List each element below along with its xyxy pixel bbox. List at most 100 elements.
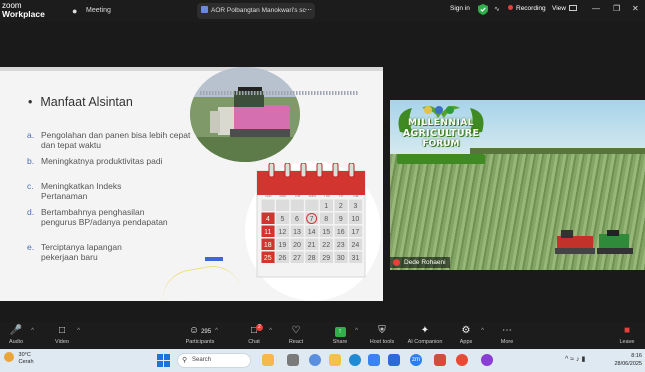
chevron-up-icon[interactable]: ^ bbox=[269, 328, 272, 334]
store-icon[interactable] bbox=[368, 354, 380, 366]
powerpoint-icon[interactable] bbox=[434, 354, 446, 366]
chevron-up-icon[interactable]: ^ bbox=[565, 356, 568, 363]
calendar-date: 11 bbox=[264, 229, 271, 236]
calendar-date: 30 bbox=[337, 255, 345, 262]
banner-line1: MILLENNIAL bbox=[407, 118, 475, 128]
close-icon[interactable]: ✕ bbox=[632, 4, 639, 13]
more-button[interactable]: ⋯ More bbox=[487, 325, 527, 345]
calendar-date: 15 bbox=[322, 229, 330, 236]
view-layout-icon bbox=[568, 5, 577, 11]
taskbar-search-input[interactable]: ⚲ Search bbox=[177, 353, 251, 368]
decorative-curve bbox=[158, 261, 242, 301]
leave-button[interactable]: ■ Leave bbox=[610, 325, 644, 345]
edge-icon[interactable] bbox=[349, 354, 361, 366]
list-item-text: Terciptanya lapangan pekerjaan baru bbox=[41, 242, 122, 262]
brand-line2: Workplace bbox=[2, 9, 45, 19]
chevron-up-icon[interactable]: ^ bbox=[215, 328, 218, 334]
zoom-app-icon[interactable]: zm bbox=[410, 354, 422, 366]
harvester-image bbox=[190, 67, 300, 162]
audio-button[interactable]: 🎤 Audio ^ bbox=[0, 325, 36, 345]
list-item-letter: e. bbox=[27, 242, 35, 252]
minimize-icon[interactable]: — bbox=[592, 4, 600, 13]
list-item-letter: b. bbox=[27, 156, 35, 166]
meeting-tab[interactable]: ● Meeting bbox=[72, 4, 111, 18]
share-screen-tab[interactable]: AOR Polbangtan Manokwari's sc ⋯ bbox=[197, 3, 315, 19]
weather-widget[interactable]: 30°C Cerah bbox=[4, 352, 34, 366]
calendar-date: 7 bbox=[310, 216, 314, 223]
slide-top-bar bbox=[0, 67, 383, 71]
meeting-stage: • Manfaat Alsintan a. Pengolahan dan panen… bbox=[0, 22, 645, 322]
participants-count: 295 bbox=[201, 329, 212, 335]
volume-icon[interactable]: ♪ bbox=[576, 356, 580, 363]
calendar-date: 17 bbox=[352, 229, 360, 236]
shield-icon[interactable] bbox=[478, 4, 488, 15]
sign-in-button[interactable]: Sign in bbox=[450, 5, 470, 12]
camera-icon: □ bbox=[58, 325, 66, 336]
task-view-icon[interactable] bbox=[287, 354, 299, 366]
calendar-day-header: Sun bbox=[265, 194, 271, 198]
chevron-up-icon[interactable]: ^ bbox=[481, 328, 484, 334]
react-button[interactable]: ♡ React bbox=[276, 325, 316, 345]
banner-line3: FORUM bbox=[422, 139, 460, 149]
participant-video[interactable]: MILLENNIAL AGRICULTURE FORUM Dede Rohaen… bbox=[390, 100, 645, 270]
paw-icon: ● bbox=[72, 6, 78, 16]
chevron-up-icon[interactable]: ^ bbox=[77, 328, 80, 334]
muted-mic-icon bbox=[393, 259, 400, 266]
calendar-day-header: Tue bbox=[295, 194, 301, 198]
audio-label: Audio bbox=[8, 339, 24, 345]
widgets-icon[interactable] bbox=[262, 354, 274, 366]
chevron-up-icon[interactable]: ^ bbox=[355, 328, 358, 334]
slide-marker bbox=[205, 257, 223, 261]
system-tray[interactable]: ^ ≈ ♪ ▮ bbox=[565, 355, 585, 363]
list-item-letter: d. bbox=[27, 207, 35, 217]
search-icon: ⚲ bbox=[182, 357, 188, 364]
apps-button[interactable]: ⚙ Apps ^ bbox=[446, 325, 486, 345]
ai-companion-button[interactable]: ✦ AI Companion bbox=[402, 325, 448, 345]
copilot-icon[interactable] bbox=[309, 354, 321, 366]
host-tools-label: Host tools bbox=[369, 339, 395, 345]
share-button[interactable]: ↑ Share ^ bbox=[320, 325, 360, 345]
sun-icon bbox=[4, 352, 14, 362]
calendar-date: 9 bbox=[339, 216, 343, 223]
list-item-text: Meningkatkan Indeks Pertanaman bbox=[41, 181, 122, 201]
heart-icon: ♡ bbox=[291, 325, 301, 336]
battery-icon[interactable]: ▮ bbox=[582, 356, 586, 363]
video-button[interactable]: □ Video ^ bbox=[42, 325, 82, 345]
document-icon bbox=[201, 6, 208, 13]
participants-label: Participants bbox=[185, 339, 215, 345]
share-screen-icon: ↑ bbox=[320, 325, 360, 337]
calendar-day-header: Wed bbox=[309, 194, 316, 198]
wifi-icon[interactable]: ≈ bbox=[570, 356, 574, 363]
chevron-up-icon[interactable]: ^ bbox=[31, 328, 34, 334]
app-icon[interactable] bbox=[481, 354, 493, 366]
taskbar-clock[interactable]: 8:16 28/06/2025 bbox=[612, 352, 642, 368]
view-button[interactable]: View bbox=[552, 5, 577, 12]
search-placeholder: Search bbox=[192, 357, 212, 363]
chat-button[interactable]: □ 2 Chat ^ bbox=[234, 324, 274, 345]
calendar-date: 6 bbox=[295, 216, 299, 223]
host-tools-button[interactable]: ⛨ Host tools bbox=[362, 325, 402, 345]
recording-indicator[interactable]: Recording bbox=[508, 5, 546, 12]
list-item-text: Pengolahan dan panen bisa lebih cepat da… bbox=[41, 130, 191, 150]
participant-nameplate: Dede Rohaeni bbox=[390, 257, 450, 268]
chrome-icon[interactable] bbox=[456, 354, 468, 366]
audio-wave-icon[interactable]: ∿ bbox=[494, 5, 500, 13]
calendar-cell bbox=[290, 199, 304, 211]
video-label: Video bbox=[55, 339, 69, 345]
forum-banner: MILLENNIAL AGRICULTURE FORUM bbox=[392, 102, 490, 172]
maximize-icon[interactable]: ❐ bbox=[613, 4, 620, 13]
file-explorer-icon[interactable] bbox=[329, 354, 341, 366]
windows-start-icon[interactable] bbox=[157, 354, 170, 367]
more-label: More bbox=[500, 339, 514, 345]
calendar-day-header: Fri bbox=[339, 194, 343, 198]
view-label: View bbox=[552, 5, 566, 12]
meeting-tab-label: Meeting bbox=[86, 7, 111, 14]
more-icon[interactable]: ⋯ bbox=[305, 3, 312, 19]
decorative-dotted-line bbox=[200, 91, 358, 95]
calendar-date: 16 bbox=[337, 229, 345, 236]
mail-icon[interactable] bbox=[388, 354, 400, 366]
list-item: d. Bertambahnya penghasilan pengurus BP/a… bbox=[27, 207, 181, 227]
participants-button[interactable]: ☺ 295 Participants ^ bbox=[180, 325, 220, 345]
harvester-photo bbox=[190, 67, 300, 162]
list-item: e. Terciptanya lapangan pekerjaan baru bbox=[27, 242, 161, 262]
